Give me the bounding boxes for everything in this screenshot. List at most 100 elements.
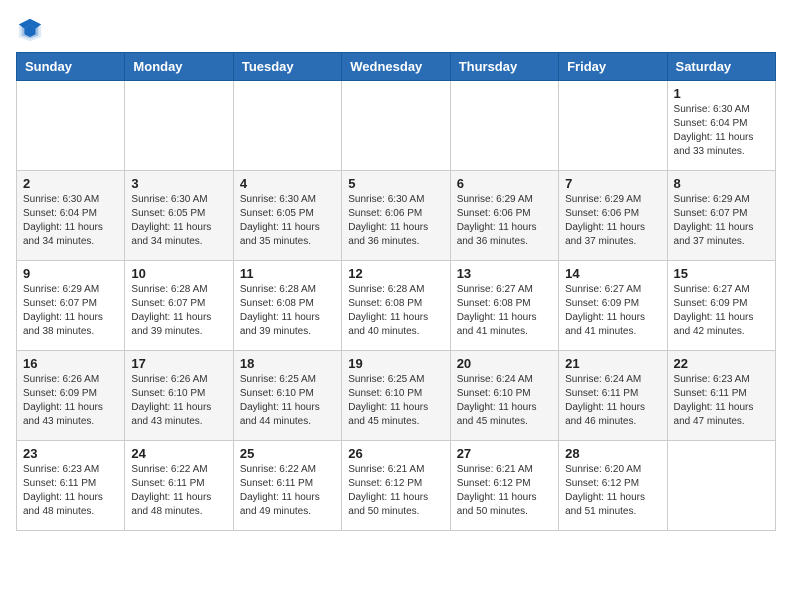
calendar-cell: 27 Sunrise: 6:21 AM Sunset: 6:12 PM Dayli… [450,441,558,531]
calendar-cell [233,81,341,171]
day-number: 3 [131,176,226,191]
calendar-cell: 8 Sunrise: 6:29 AM Sunset: 6:07 PM Daylig… [667,171,775,261]
day-of-week-header: Tuesday [233,53,341,81]
day-info: Sunrise: 6:29 AM Sunset: 6:06 PM Dayligh… [565,193,660,249]
day-number: 9 [23,266,118,281]
day-number: 19 [348,356,443,371]
day-info: Sunrise: 6:27 AM Sunset: 6:09 PM Dayligh… [565,283,660,339]
calendar-cell: 18 Sunrise: 6:25 AM Sunset: 6:10 PM Dayli… [233,351,341,441]
calendar-cell: 23 Sunrise: 6:23 AM Sunset: 6:11 PM Dayli… [17,441,125,531]
calendar-cell: 16 Sunrise: 6:26 AM Sunset: 6:09 PM Dayli… [17,351,125,441]
calendar-cell: 15Sunrise: 6:27 AM Sunset: 6:09 PM Dayli… [667,261,775,351]
calendar-cell: 9 Sunrise: 6:29 AM Sunset: 6:07 PM Daylig… [17,261,125,351]
day-info: Sunrise: 6:28 AM Sunset: 6:07 PM Dayligh… [131,283,226,339]
calendar-cell: 24 Sunrise: 6:22 AM Sunset: 6:11 PM Dayli… [125,441,233,531]
day-number: 20 [457,356,552,371]
calendar-week-row: 23 Sunrise: 6:23 AM Sunset: 6:11 PM Dayli… [17,441,776,531]
day-of-week-header: Monday [125,53,233,81]
day-number: 21 [565,356,660,371]
day-of-week-header: Sunday [17,53,125,81]
calendar-cell [342,81,450,171]
calendar-cell [450,81,558,171]
calendar-cell: 17 Sunrise: 6:26 AM Sunset: 6:10 PM Dayli… [125,351,233,441]
calendar-cell: 3Sunrise: 6:30 AM Sunset: 6:05 PM Daylig… [125,171,233,261]
day-number: 18 [240,356,335,371]
calendar-cell: 10 Sunrise: 6:28 AM Sunset: 6:07 PM Dayli… [125,261,233,351]
calendar-cell: 13 Sunrise: 6:27 AM Sunset: 6:08 PM Dayli… [450,261,558,351]
day-of-week-header: Friday [559,53,667,81]
calendar-cell [125,81,233,171]
day-number: 4 [240,176,335,191]
calendar-cell: 6 Sunrise: 6:29 AM Sunset: 6:06 PM Daylig… [450,171,558,261]
day-info: Sunrise: 6:22 AM Sunset: 6:11 PM Dayligh… [240,463,335,519]
calendar-cell: 19 Sunrise: 6:25 AM Sunset: 6:10 PM Dayli… [342,351,450,441]
day-number: 15 [674,266,769,281]
calendar-cell [559,81,667,171]
day-info: Sunrise: 6:28 AM Sunset: 6:08 PM Dayligh… [348,283,443,339]
calendar-cell: 1 Sunrise: 6:30 AM Sunset: 6:04 PM Daylig… [667,81,775,171]
day-number: 28 [565,446,660,461]
day-info: Sunrise: 6:27 AM Sunset: 6:08 PM Dayligh… [457,283,552,339]
day-of-week-header: Wednesday [342,53,450,81]
day-number: 27 [457,446,552,461]
day-info: Sunrise: 6:30 AM Sunset: 6:04 PM Dayligh… [23,193,118,249]
calendar-cell [17,81,125,171]
calendar-week-row: 1 Sunrise: 6:30 AM Sunset: 6:04 PM Daylig… [17,81,776,171]
day-info: Sunrise: 6:25 AM Sunset: 6:10 PM Dayligh… [348,373,443,429]
calendar-cell: 4 Sunrise: 6:30 AM Sunset: 6:05 PM Daylig… [233,171,341,261]
calendar-header-row: SundayMondayTuesdayWednesdayThursdayFrid… [17,53,776,81]
day-number: 13 [457,266,552,281]
calendar-cell: 2 Sunrise: 6:30 AM Sunset: 6:04 PM Daylig… [17,171,125,261]
day-number: 7 [565,176,660,191]
day-number: 25 [240,446,335,461]
day-info: Sunrise: 6:26 AM Sunset: 6:10 PM Dayligh… [131,373,226,429]
day-info: Sunrise: 6:29 AM Sunset: 6:07 PM Dayligh… [674,193,769,249]
day-number: 6 [457,176,552,191]
day-info: Sunrise: 6:28 AM Sunset: 6:08 PM Dayligh… [240,283,335,339]
day-number: 16 [23,356,118,371]
calendar-cell: 25 Sunrise: 6:22 AM Sunset: 6:11 PM Dayli… [233,441,341,531]
page-header [16,16,776,44]
day-info: Sunrise: 6:20 AM Sunset: 6:12 PM Dayligh… [565,463,660,519]
calendar-week-row: 2 Sunrise: 6:30 AM Sunset: 6:04 PM Daylig… [17,171,776,261]
day-info: Sunrise: 6:30 AM Sunset: 6:05 PM Dayligh… [240,193,335,249]
calendar-cell: 20Sunrise: 6:24 AM Sunset: 6:10 PM Dayli… [450,351,558,441]
day-info: Sunrise: 6:29 AM Sunset: 6:07 PM Dayligh… [23,283,118,339]
day-number: 23 [23,446,118,461]
day-info: Sunrise: 6:21 AM Sunset: 6:12 PM Dayligh… [348,463,443,519]
calendar-cell: 7 Sunrise: 6:29 AM Sunset: 6:06 PM Daylig… [559,171,667,261]
day-number: 17 [131,356,226,371]
day-info: Sunrise: 6:29 AM Sunset: 6:06 PM Dayligh… [457,193,552,249]
day-info: Sunrise: 6:30 AM Sunset: 6:04 PM Dayligh… [674,103,769,159]
day-info: Sunrise: 6:21 AM Sunset: 6:12 PM Dayligh… [457,463,552,519]
day-number: 2 [23,176,118,191]
calendar-week-row: 16 Sunrise: 6:26 AM Sunset: 6:09 PM Dayli… [17,351,776,441]
day-info: Sunrise: 6:22 AM Sunset: 6:11 PM Dayligh… [131,463,226,519]
day-number: 10 [131,266,226,281]
calendar-cell [667,441,775,531]
day-of-week-header: Saturday [667,53,775,81]
day-number: 14 [565,266,660,281]
day-info: Sunrise: 6:23 AM Sunset: 6:11 PM Dayligh… [23,463,118,519]
day-number: 1 [674,86,769,101]
day-number: 5 [348,176,443,191]
calendar-cell: 12Sunrise: 6:28 AM Sunset: 6:08 PM Dayli… [342,261,450,351]
calendar-cell: 14 Sunrise: 6:27 AM Sunset: 6:09 PM Dayli… [559,261,667,351]
calendar-cell: 11 Sunrise: 6:28 AM Sunset: 6:08 PM Dayli… [233,261,341,351]
day-number: 24 [131,446,226,461]
day-info: Sunrise: 6:30 AM Sunset: 6:06 PM Dayligh… [348,193,443,249]
logo [16,16,48,44]
day-number: 26 [348,446,443,461]
calendar-cell: 21 Sunrise: 6:24 AM Sunset: 6:11 PM Dayli… [559,351,667,441]
calendar-cell: 22Sunrise: 6:23 AM Sunset: 6:11 PM Dayli… [667,351,775,441]
day-info: Sunrise: 6:24 AM Sunset: 6:11 PM Dayligh… [565,373,660,429]
calendar-table: SundayMondayTuesdayWednesdayThursdayFrid… [16,52,776,531]
calendar-cell: 26 Sunrise: 6:21 AM Sunset: 6:12 PM Dayli… [342,441,450,531]
day-number: 8 [674,176,769,191]
day-number: 11 [240,266,335,281]
calendar-cell: 5 Sunrise: 6:30 AM Sunset: 6:06 PM Daylig… [342,171,450,261]
day-info: Sunrise: 6:25 AM Sunset: 6:10 PM Dayligh… [240,373,335,429]
day-info: Sunrise: 6:26 AM Sunset: 6:09 PM Dayligh… [23,373,118,429]
day-number: 22 [674,356,769,371]
day-of-week-header: Thursday [450,53,558,81]
